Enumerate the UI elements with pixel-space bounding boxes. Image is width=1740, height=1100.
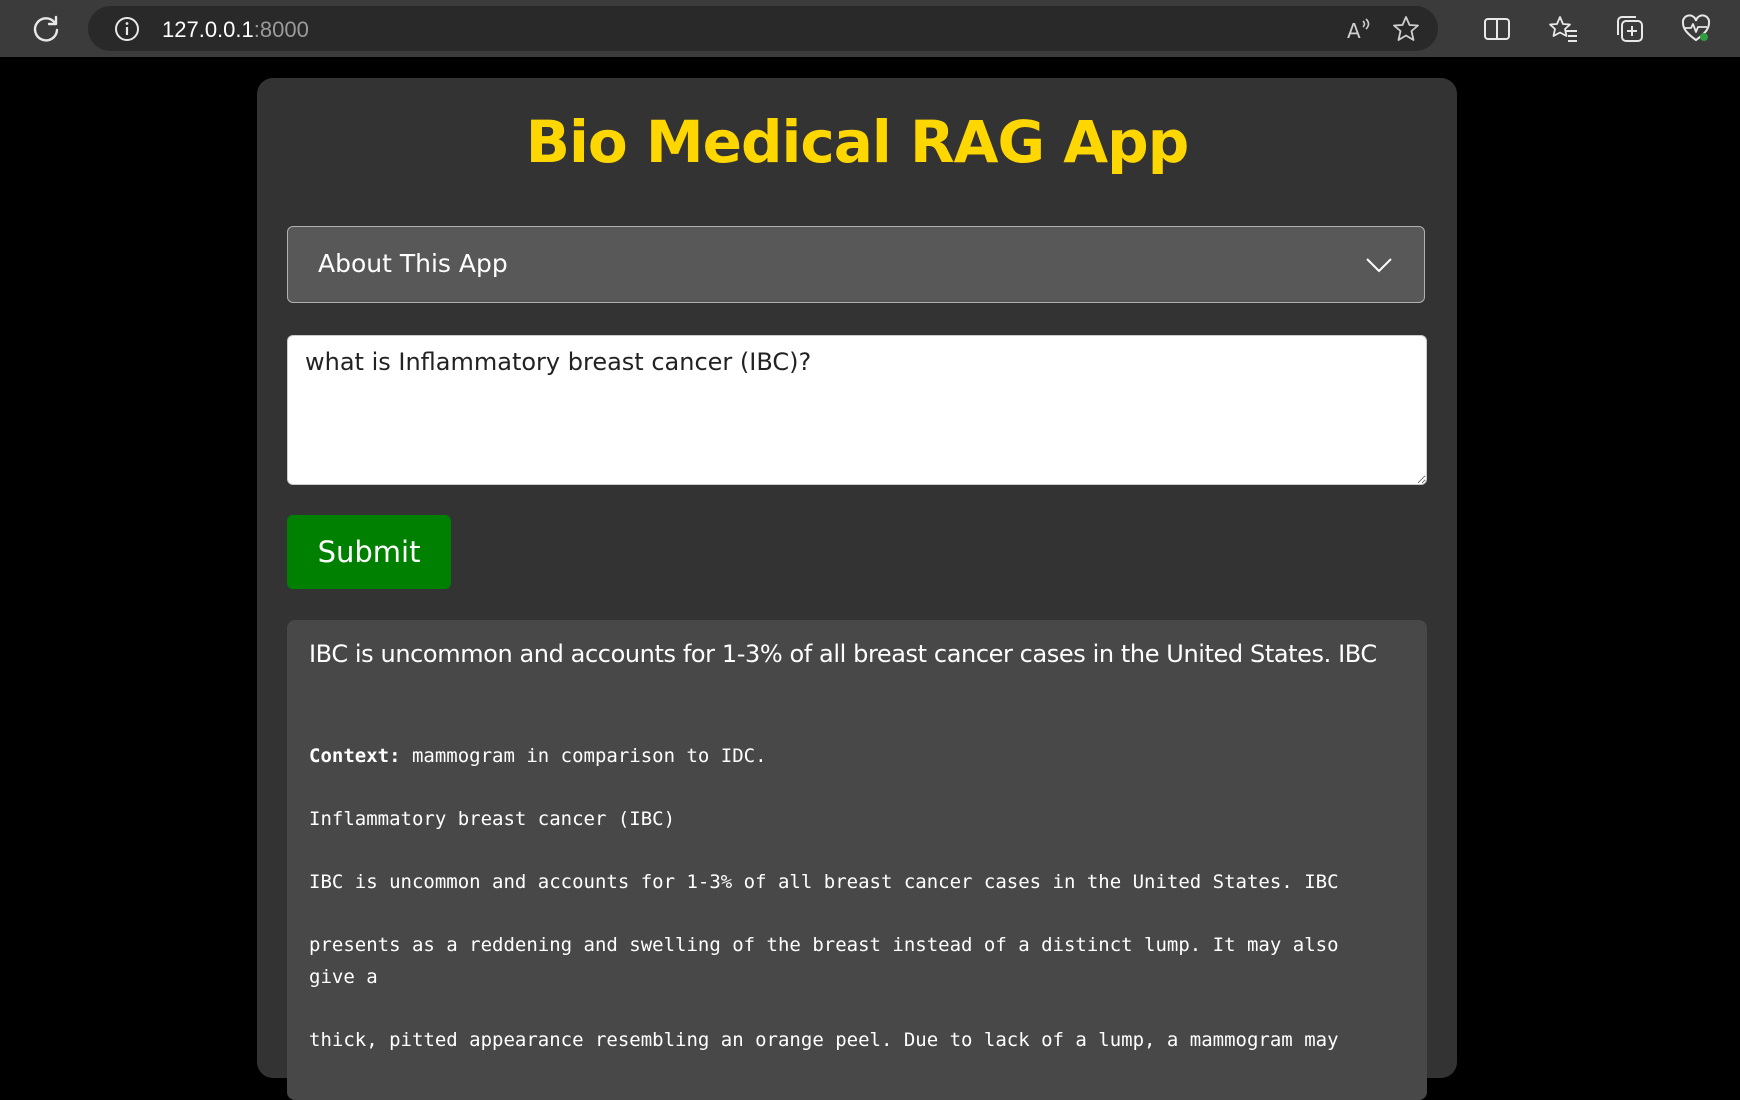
- context-line: presents as a reddening and swelling of …: [309, 934, 1339, 988]
- favorite-star-icon[interactable]: [1391, 14, 1421, 44]
- svg-text:A: A: [1347, 19, 1361, 43]
- url-text: 127.0.0.1:8000: [162, 17, 309, 43]
- reload-icon[interactable]: [30, 13, 62, 45]
- address-bar[interactable]: 127.0.0.1:8000 A: [88, 6, 1438, 51]
- url-host: 127.0.0.1: [162, 17, 254, 42]
- read-aloud-icon[interactable]: A: [1343, 14, 1373, 44]
- chevron-down-icon: [1366, 258, 1392, 273]
- url-port: :8000: [253, 17, 309, 42]
- submit-button[interactable]: Submit: [287, 515, 451, 589]
- page-title: Bio Medical RAG App: [525, 108, 1189, 176]
- page: Bio Medical RAG App About This App what …: [0, 57, 1740, 1100]
- browser-toolbar: 127.0.0.1:8000 A: [0, 0, 1740, 57]
- context-label: Context:: [309, 745, 401, 767]
- question-input[interactable]: what is Inflammatory breast cancer (IBC)…: [287, 335, 1427, 485]
- about-app-label: About This App: [318, 249, 508, 278]
- context-line: Inflammatory breast cancer (IBC): [309, 808, 676, 830]
- answer-context: Context: mammogram in comparison to IDC.…: [309, 740, 1359, 1087]
- info-icon[interactable]: [114, 16, 140, 42]
- context-line: thick, pitted appearance resembling an o…: [309, 1029, 1339, 1051]
- context-line: IBC is uncommon and accounts for 1-3% of…: [309, 871, 1339, 893]
- browser-essentials-icon[interactable]: [1680, 13, 1712, 45]
- about-app-dropdown[interactable]: About This App: [287, 226, 1425, 303]
- split-screen-icon[interactable]: [1481, 13, 1513, 45]
- app-card: Bio Medical RAG App About This App what …: [257, 78, 1457, 1100]
- answer-panel: IBC is uncommon and accounts for 1-3% of…: [287, 620, 1427, 1100]
- favorites-icon[interactable]: [1548, 13, 1580, 45]
- context-line: Context: mammogram in comparison to IDC.: [309, 740, 1359, 772]
- context-line-text: mammogram in comparison to IDC.: [400, 745, 767, 767]
- answer-summary: IBC is uncommon and accounts for 1-3% of…: [309, 640, 1377, 668]
- collections-icon[interactable]: [1614, 13, 1646, 45]
